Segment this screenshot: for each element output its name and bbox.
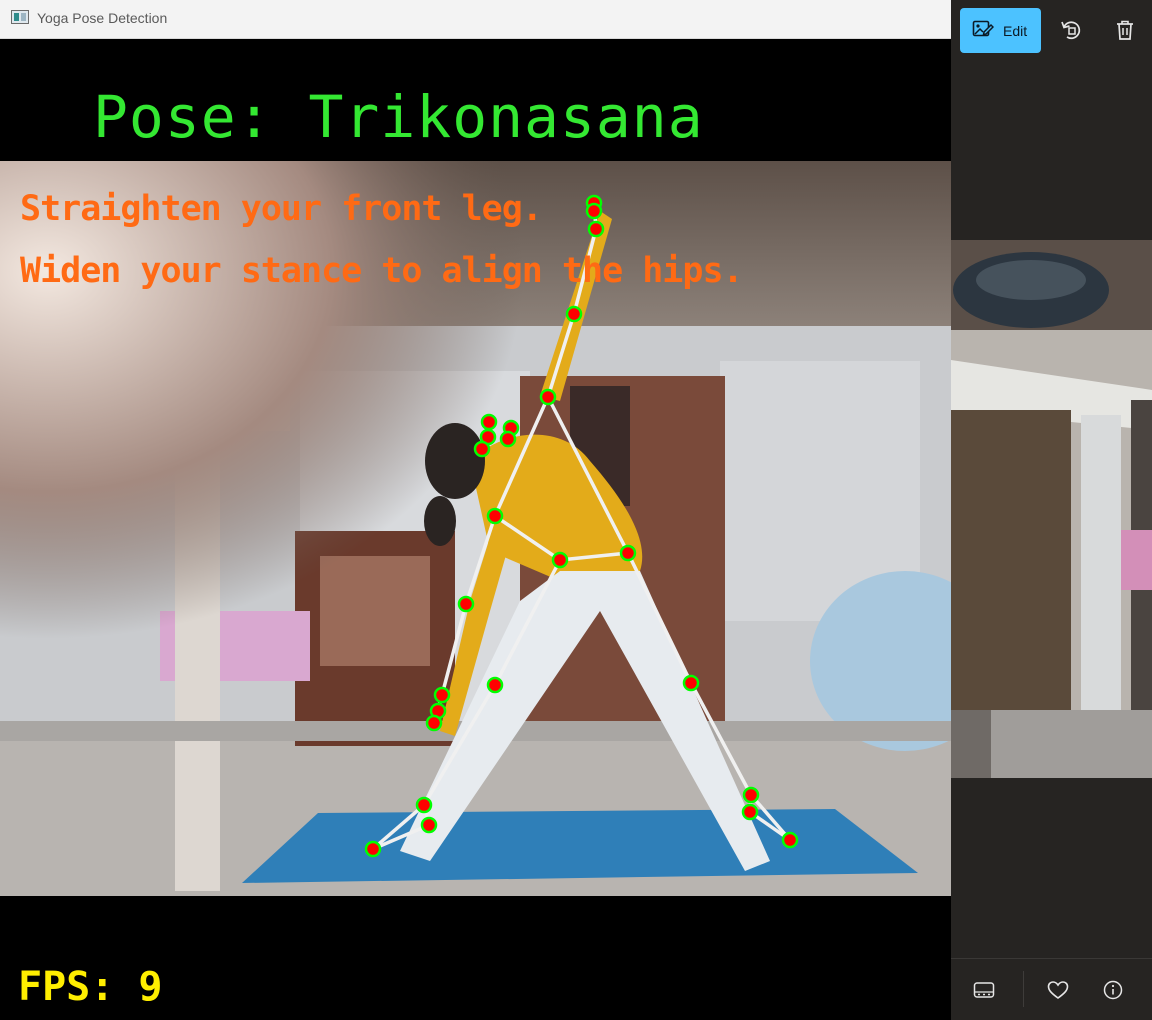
keypoint-right-ankle [742,786,760,804]
limb-left-forearm [440,602,468,697]
keypoint-right-hand-b [585,202,603,220]
limb-right-shin [689,681,753,797]
keypoint-right-elbow [565,305,583,323]
pose-skeleton [364,194,799,858]
limb-shoulders [493,395,550,518]
photo-viewer-panel: Edit [951,0,1152,1020]
edit-button-label: Edit [1003,22,1028,39]
keypoint-ear-a [499,430,517,448]
divider [1023,971,1024,1007]
edit-button[interactable]: Edit [960,8,1041,53]
keypoint-left-hand-b [425,714,443,732]
keypoint-ear-b [473,440,491,458]
window-title: Yoga Pose Detection [37,10,168,26]
title-bar[interactable]: Yoga Pose Detection [0,0,951,39]
limb-left-thigh [493,558,562,687]
limb-torso-right [546,395,630,555]
info-icon [1103,980,1123,1000]
keypoint-left-wrist [433,686,451,704]
keypoint-left-hip [551,551,569,569]
keypoint-left-heel [420,816,438,834]
keypoint-nose [480,413,498,431]
info-button[interactable] [1097,975,1129,1005]
keypoint-left-shoulder [486,507,504,525]
fps-counter: FPS: 9 [18,964,163,1010]
keypoint-right-hip [619,544,637,562]
filmstrip-button[interactable] [968,975,1000,1005]
keypoint-right-wrist [587,220,605,238]
skeleton-lines [371,201,792,851]
rotate-button[interactable] [1055,14,1087,46]
limb-left-upper-arm [464,514,497,606]
limb-left-foot-c [371,803,426,851]
pose-label: Pose: Trikonasana [93,83,704,151]
rotate-icon [1061,21,1081,40]
keypoint-left-knee [486,676,504,694]
heart-icon [1047,981,1069,999]
viewer-bottom-bar [951,958,1152,1020]
keypoint-right-knee [682,674,700,692]
limb-right-thigh [626,551,693,685]
keypoint-right-toe [781,831,799,849]
app-icon [11,10,29,24]
app-window: Yoga Pose Detection Pose: Trikonasana St… [0,0,951,1020]
edit-photo-icon [972,19,995,43]
adjacent-photo [951,240,1152,778]
video-frame: Pose: Trikonasana Straighten your front … [0,39,951,1020]
limb-hips [558,551,630,562]
limb-torso-left [493,514,562,562]
keypoint-left-toe [364,840,382,858]
limb-left-foot-b [371,823,431,851]
limb-right-upper-arm [546,312,576,399]
limb-left-shin [422,683,497,807]
feedback-line: Widen your stance to align the hips. [20,251,744,291]
trash-icon [1117,20,1133,40]
favorite-button[interactable] [1042,975,1074,1005]
feedback-line: Straighten your front leg. [20,189,543,229]
keypoint-left-ankle [415,796,433,814]
delete-button[interactable] [1109,14,1141,46]
keypoint-right-heel [741,803,759,821]
keypoint-left-elbow [457,595,475,613]
keypoint-right-shoulder [539,388,557,406]
filmstrip-icon [973,982,995,998]
